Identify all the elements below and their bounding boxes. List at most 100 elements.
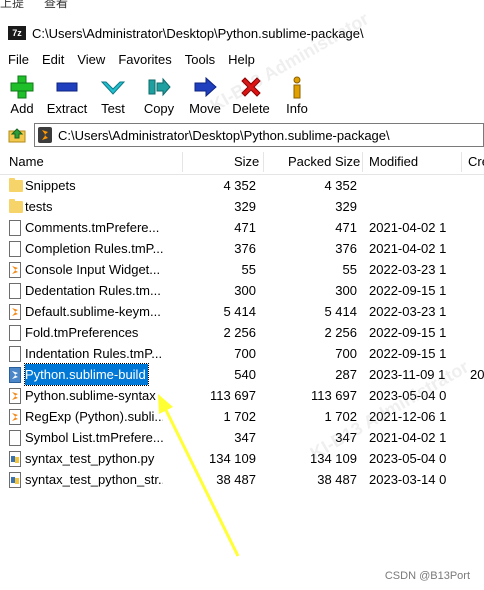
column-separator[interactable]: [263, 152, 264, 172]
file-name: Dedentation Rules.tm...: [25, 283, 161, 298]
column-separator[interactable]: [461, 152, 462, 172]
check-icon: [100, 81, 126, 95]
column-packed-size[interactable]: Packed Size: [288, 150, 360, 174]
file-packed-size: 287: [335, 367, 357, 382]
menu-tools[interactable]: Tools: [180, 52, 220, 67]
column-modified[interactable]: Modified: [369, 150, 418, 174]
file-size: 376: [234, 241, 256, 256]
file-modified: 2022-09-15 1: [369, 283, 447, 298]
file-modified: 2021-04-02 1: [369, 220, 447, 235]
extract-button[interactable]: Extract: [44, 72, 90, 120]
document-icon: [9, 346, 21, 362]
menu-view[interactable]: View: [72, 52, 110, 67]
file-created: [470, 322, 484, 343]
document-icon: [9, 325, 21, 341]
column-header: Name Size Packed Size Modified Cre: [0, 150, 484, 175]
file-created: [470, 301, 484, 322]
file-modified: [369, 196, 467, 217]
file-packed-size: 55: [342, 262, 357, 277]
menu-help[interactable]: Help: [223, 52, 260, 67]
top-strip-text-2: 查看: [44, 0, 69, 10]
file-created: [470, 259, 484, 280]
file-size: 329: [234, 199, 256, 214]
file-name: Console Input Widget...: [25, 262, 161, 277]
file-row[interactable]: syntax_test_python_str... 38 487 38 487 202…: [0, 469, 484, 490]
file-packed-size: 700: [335, 346, 357, 361]
path-text: C:\Users\Administrator\Desktop\Python.su…: [58, 127, 390, 143]
column-separator[interactable]: [362, 152, 363, 172]
file-name: Comments.tmPrefere...: [25, 220, 160, 235]
file-size: 113 697: [209, 388, 256, 403]
file-modified: 2021-04-02 1: [369, 430, 447, 445]
file-created: [470, 469, 484, 490]
file-row[interactable]: Console Input Widget... 55 55 2022-03-23 1: [0, 259, 484, 280]
file-row[interactable]: Fold.tmPreferences 2 256 2 256 2022-09-15 1: [0, 322, 484, 343]
file-row[interactable]: Snippets 4 352 4 352: [0, 175, 484, 196]
file-row[interactable]: Completion Rules.tmP... 376 376 2021-04-02 …: [0, 238, 484, 259]
python-file-icon: [9, 472, 21, 488]
document-icon: [9, 220, 21, 236]
file-size: 1 702: [223, 409, 256, 424]
file-name: RegExp (Python).subli...: [25, 409, 163, 424]
file-row[interactable]: Default.sublime-keym... 5 414 5 414 2022-03…: [0, 301, 484, 322]
file-row[interactable]: tests 329 329: [0, 196, 484, 217]
up-folder-icon: [8, 128, 26, 143]
add-button[interactable]: Add: [0, 72, 44, 120]
file-name: Fold.tmPreferences: [25, 325, 139, 340]
sublime-file-icon: [9, 304, 21, 320]
file-size: 540: [234, 367, 256, 382]
folder-icon: [9, 199, 23, 213]
file-packed-size: 2 256: [324, 325, 357, 340]
file-name: Completion Rules.tmP...: [25, 241, 163, 256]
up-folder-button[interactable]: [6, 125, 28, 145]
file-name: syntax_test_python_str...: [25, 472, 163, 487]
file-packed-size: 38 487: [317, 472, 357, 487]
document-icon: [9, 430, 21, 446]
title-bar: 7z C:\Users\Administrator\Desktop\Python…: [0, 18, 484, 48]
column-created[interactable]: Cre: [468, 150, 484, 174]
file-created: [470, 448, 484, 469]
menu-favorites[interactable]: Favorites: [113, 52, 176, 67]
file-packed-size: 4 352: [324, 178, 357, 193]
file-row[interactable]: Comments.tmPrefere... 471 471 2021-04-02 1: [0, 217, 484, 238]
test-button[interactable]: Test: [90, 72, 136, 120]
folder-icon: [9, 178, 23, 192]
file-modified: [369, 175, 467, 196]
file-modified: 2023-05-04 0: [369, 451, 447, 466]
info-label: Info: [286, 101, 308, 116]
file-name: Snippets: [25, 178, 76, 193]
file-row[interactable]: Python.sublime-build 540 287 2023-11-09 1 20: [0, 363, 484, 386]
document-icon: [9, 283, 21, 299]
file-size: 700: [234, 346, 256, 361]
column-size[interactable]: Size: [234, 150, 259, 174]
file-size: 471: [234, 220, 256, 235]
column-separator[interactable]: [182, 152, 183, 172]
path-input[interactable]: C:\Users\Administrator\Desktop\Python.su…: [34, 123, 484, 147]
copy-button[interactable]: Copy: [136, 72, 182, 120]
file-name: Python.sublime-build: [24, 363, 149, 386]
file-size: 4 352: [223, 178, 256, 193]
menu-edit[interactable]: Edit: [37, 52, 69, 67]
file-name: Indentation Rules.tmP...: [25, 346, 163, 361]
file-created: [470, 343, 484, 364]
copy-arrow-icon: [148, 77, 171, 97]
file-created: [470, 280, 484, 301]
file-modified: 2022-03-23 1: [369, 304, 447, 319]
file-row[interactable]: Symbol List.tmPrefere... 347 347 2021-04-02…: [0, 427, 484, 448]
file-row[interactable]: Indentation Rules.tmP... 700 700 2022-09-15…: [0, 343, 484, 364]
file-created: [470, 406, 484, 427]
file-row[interactable]: syntax_test_python.py 134 109 134 109 2023-…: [0, 448, 484, 469]
column-name[interactable]: Name: [9, 150, 44, 174]
file-packed-size: 376: [335, 241, 357, 256]
sublime-archive-icon: [38, 127, 52, 143]
menu-file[interactable]: File: [3, 52, 34, 67]
sublime-build-icon: [9, 367, 21, 383]
file-name: syntax_test_python.py: [25, 451, 155, 466]
file-modified: 2022-09-15 1: [369, 325, 447, 340]
address-bar: C:\Users\Administrator\Desktop\Python.su…: [0, 122, 484, 148]
file-created: [470, 238, 484, 259]
file-row[interactable]: Dedentation Rules.tm... 300 300 2022-09-15 …: [0, 280, 484, 301]
copy-label: Copy: [143, 101, 175, 116]
top-strip-text-1: 上提: [0, 0, 25, 10]
file-list: Name Size Packed Size Modified Cre Snipp…: [0, 150, 484, 590]
